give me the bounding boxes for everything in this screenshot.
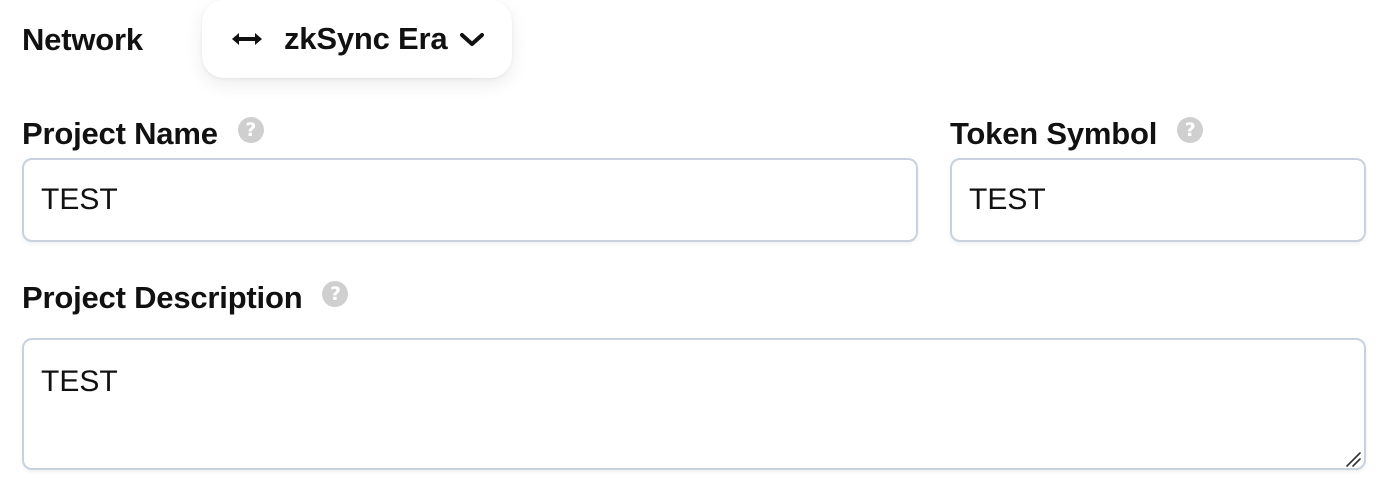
- network-selector[interactable]: zkSync Era: [202, 0, 512, 78]
- swap-arrows-icon: [232, 33, 262, 45]
- token-symbol-help-icon[interactable]: ?: [1177, 117, 1204, 143]
- project-description-help-icon[interactable]: ?: [322, 281, 349, 307]
- token-symbol-label-text: Token Symbol: [950, 116, 1158, 151]
- project-name-label-text: Project Name: [22, 116, 218, 151]
- token-symbol-label: Token Symbol ?: [950, 116, 1204, 152]
- chevron-down-icon: [460, 33, 485, 46]
- project-description-textarea[interactable]: [22, 338, 1366, 470]
- network-selected-value: zkSync Era: [284, 21, 448, 56]
- resize-handle-icon[interactable]: [1345, 451, 1361, 467]
- project-name-label: Project Name ?: [22, 116, 264, 152]
- project-name-input[interactable]: [22, 158, 918, 242]
- project-name-help-icon[interactable]: ?: [237, 117, 264, 143]
- network-label: Network: [22, 22, 143, 57]
- token-symbol-input[interactable]: [950, 158, 1366, 242]
- project-description-label-text: Project Description: [22, 280, 303, 315]
- project-description-label: Project Description ?: [22, 280, 349, 316]
